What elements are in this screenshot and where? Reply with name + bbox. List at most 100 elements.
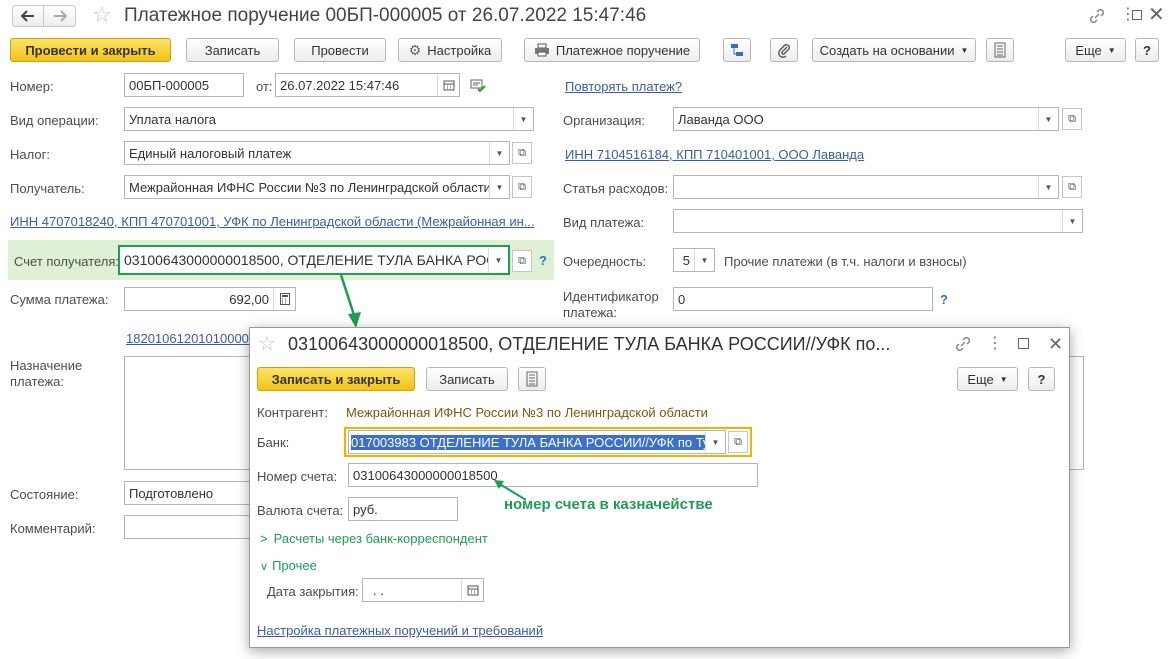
recipient-inn-link[interactable]: ИНН 4707018240, КПП 470701001, УФК по Ле… bbox=[10, 214, 540, 229]
expense-item-field[interactable]: ▼ bbox=[673, 175, 1059, 199]
dialog-report-button[interactable] bbox=[518, 367, 546, 391]
counterparty-value: Межрайонная ИФНС России №3 по Ленинградс… bbox=[346, 405, 708, 420]
more-button[interactable]: Еще ▼ bbox=[1065, 38, 1126, 62]
open-account-button[interactable]: ⧉ bbox=[512, 250, 532, 272]
status-field[interactable]: Подготовлено bbox=[124, 481, 254, 505]
structure-button[interactable] bbox=[723, 38, 751, 62]
kbk-link[interactable]: 18201061201010000510 bbox=[126, 331, 250, 346]
calculator-icon[interactable] bbox=[273, 288, 295, 310]
organization-inn-link[interactable]: ИНН 7104516184, КПП 710401001, ООО Лаван… bbox=[565, 147, 864, 162]
hierarchy-icon bbox=[731, 44, 743, 56]
calendar-icon[interactable] bbox=[437, 74, 459, 96]
dialog-close-icon[interactable]: ✕ bbox=[1048, 333, 1063, 355]
comment-label: Комментарий: bbox=[10, 521, 96, 536]
organization-field[interactable]: Лаванда ООО ▼ bbox=[673, 107, 1059, 131]
status-label: Состояние: bbox=[10, 487, 79, 502]
dialog-link-icon[interactable] bbox=[954, 336, 972, 352]
open-recipient-button[interactable]: ⧉ bbox=[512, 176, 532, 198]
open-tax-button[interactable]: ⧉ bbox=[512, 142, 532, 164]
post-button[interactable]: Провести bbox=[294, 38, 386, 62]
dropdown-arrow-icon[interactable]: ▼ bbox=[694, 249, 714, 271]
list-report-icon bbox=[526, 371, 538, 387]
calendar-icon[interactable] bbox=[461, 579, 483, 601]
open-window-icon: ⧉ bbox=[518, 254, 526, 267]
tax-label: Налог: bbox=[10, 147, 50, 162]
dropdown-arrow-icon: ▼ bbox=[960, 45, 969, 55]
bank-field[interactable]: 017003983 ОТДЕЛЕНИЕ ТУЛА БАНКА РОССИИ//У… bbox=[348, 430, 726, 454]
favorite-star-icon[interactable]: ☆ bbox=[92, 3, 112, 27]
close-icon[interactable]: ✕ bbox=[1148, 3, 1165, 27]
open-window-icon: ⧉ bbox=[518, 146, 526, 159]
status-check-icon bbox=[470, 79, 486, 93]
chevron-right-icon: > bbox=[260, 531, 268, 546]
amount-field[interactable]: 692,00 bbox=[124, 287, 296, 311]
open-window-icon: ⧉ bbox=[518, 180, 526, 193]
dropdown-arrow-icon[interactable]: ▼ bbox=[1038, 108, 1058, 130]
dialog-star-icon[interactable]: ☆ bbox=[258, 332, 276, 356]
expense-item-label: Статья расходов: bbox=[563, 181, 669, 196]
dropdown-arrow-icon[interactable]: ▼ bbox=[1062, 210, 1082, 232]
recipient-field[interactable]: Межрайонная ИФНС России №3 по Ленинградс… bbox=[124, 175, 510, 199]
date-from-label: от: bbox=[256, 79, 273, 94]
payment-type-field[interactable]: ▼ bbox=[673, 209, 1083, 233]
currency-field[interactable]: руб. bbox=[348, 497, 458, 521]
write-button[interactable]: Записать bbox=[186, 38, 279, 62]
window-title: Платежное поручение 00БП-000005 от 26.07… bbox=[124, 5, 647, 26]
back-button[interactable] bbox=[12, 5, 44, 27]
list-report-icon bbox=[994, 42, 1006, 58]
account-label: Счет получателя: bbox=[14, 254, 120, 269]
recipient-label: Получатель: bbox=[10, 181, 85, 196]
currency-label: Валюта счета: bbox=[257, 503, 344, 518]
dialog-write-close-button[interactable]: Записать и закрыть bbox=[257, 367, 415, 391]
number-field[interactable]: 00БП-000005 bbox=[124, 73, 244, 97]
dialog-write-button[interactable]: Записать bbox=[426, 367, 508, 391]
dropdown-arrow-icon[interactable]: ▼ bbox=[513, 108, 533, 130]
help-button[interactable]: ? bbox=[1135, 38, 1159, 62]
dropdown-arrow-icon[interactable]: ▼ bbox=[489, 176, 509, 198]
open-expense-item-button[interactable]: ⧉ bbox=[1062, 176, 1082, 198]
account-number-field[interactable]: 03100643000000018500 bbox=[348, 463, 758, 487]
other-group-toggle[interactable]: ∨ Прочее bbox=[260, 558, 317, 573]
dropdown-arrow-icon[interactable]: ▼ bbox=[488, 247, 508, 273]
link-icon[interactable] bbox=[1088, 8, 1106, 24]
create-based-on-button[interactable]: Создать на основании ▼ bbox=[812, 38, 976, 62]
dialog-help-button[interactable]: ? bbox=[1028, 367, 1055, 391]
date-field[interactable]: 26.07.2022 15:47:46 bbox=[275, 73, 460, 97]
account-field[interactable]: 03100643000000018500, ОТДЕЛЕНИЕ ТУЛА БАН… bbox=[118, 245, 510, 275]
correspondent-group-toggle[interactable]: > Расчеты через банк-корреспондент bbox=[260, 531, 488, 546]
payment-type-label: Вид платежа: bbox=[563, 215, 645, 230]
forward-button[interactable] bbox=[44, 5, 76, 27]
close-date-field[interactable]: . . bbox=[362, 578, 484, 602]
dropdown-arrow-icon[interactable]: ▼ bbox=[489, 142, 509, 164]
dialog-more-icon[interactable]: ⋮ bbox=[987, 334, 1003, 354]
identifier-label: Идентификатор платежа: bbox=[563, 289, 659, 320]
priority-field[interactable]: 5 ▼ bbox=[673, 248, 715, 272]
dropdown-arrow-icon[interactable]: ▼ bbox=[1038, 176, 1058, 198]
maximize-icon[interactable] bbox=[1130, 8, 1144, 22]
comment-field[interactable] bbox=[124, 515, 254, 539]
dialog-title: 03100643000000018500, ОТДЕЛЕНИЕ ТУЛА БАН… bbox=[288, 334, 891, 354]
dropdown-arrow-icon[interactable]: ▼ bbox=[705, 431, 725, 453]
post-and-close-button[interactable]: Провести и закрыть bbox=[10, 38, 171, 62]
operation-type-field[interactable]: Уплата налога ▼ bbox=[124, 107, 534, 131]
report-button[interactable] bbox=[986, 38, 1014, 62]
dropdown-arrow-icon: ▼ bbox=[999, 374, 1008, 384]
open-bank-button[interactable]: ⧉ bbox=[728, 431, 748, 453]
counterparty-label: Контрагент: bbox=[257, 405, 328, 420]
identifier-help-icon[interactable]: ? bbox=[940, 292, 948, 307]
settings-button[interactable]: ⚙ Настройка bbox=[398, 38, 502, 62]
dialog-maximize-icon[interactable] bbox=[1018, 338, 1029, 349]
print-payment-order-button[interactable]: Платежное поручение bbox=[524, 38, 700, 62]
dialog-more-button[interactable]: Еще ▼ bbox=[957, 367, 1018, 391]
attachments-button[interactable] bbox=[770, 38, 798, 62]
identifier-field[interactable]: 0 bbox=[673, 287, 933, 311]
account-help-icon[interactable]: ? bbox=[539, 253, 547, 268]
payment-settings-link[interactable]: Настройка платежных поручений и требован… bbox=[257, 623, 543, 638]
repeat-payment-link[interactable]: Повторять платеж? bbox=[565, 79, 682, 94]
open-organization-button[interactable]: ⧉ bbox=[1062, 108, 1082, 130]
amount-label: Сумма платежа: bbox=[10, 292, 109, 307]
annotation-arrow-down bbox=[340, 274, 361, 328]
tax-field[interactable]: Единый налоговый платеж ▼ bbox=[124, 141, 510, 165]
bank-selected-text: 017003983 ОТДЕЛЕНИЕ ТУЛА БАНКА РОССИИ//У… bbox=[351, 434, 705, 450]
paperclip-icon bbox=[778, 44, 790, 58]
